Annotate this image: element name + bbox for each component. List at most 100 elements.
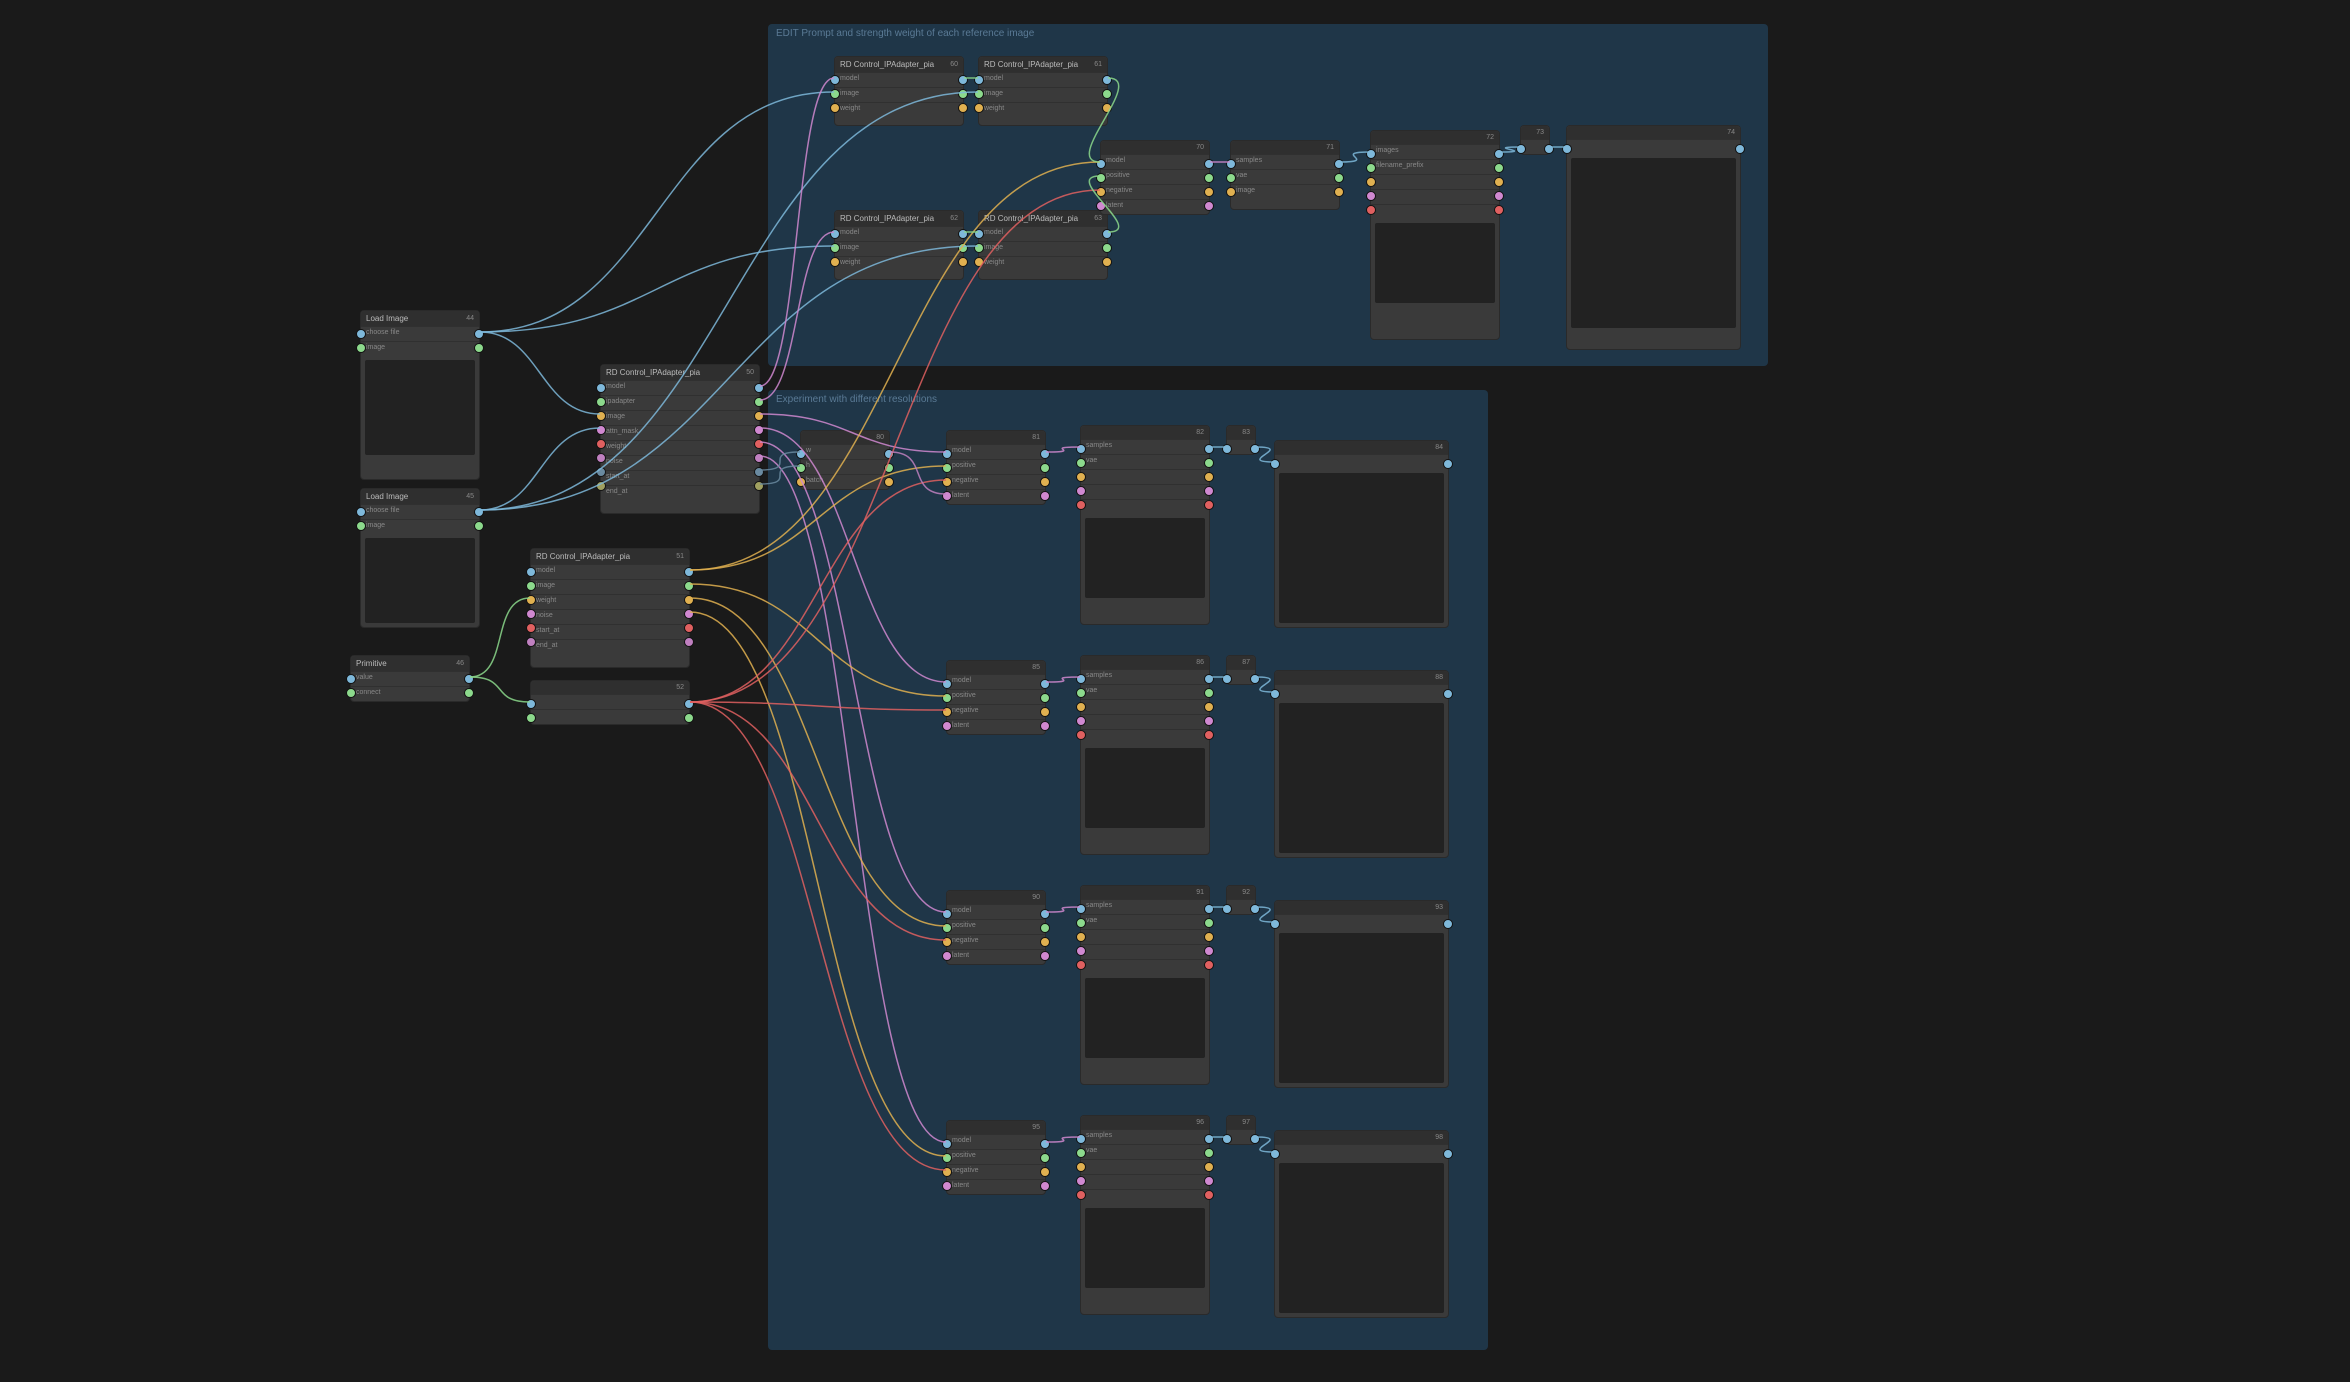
node-row[interactable]: [1371, 204, 1499, 219]
input-port[interactable]: [974, 103, 984, 113]
output-port[interactable]: [464, 674, 474, 684]
node-row[interactable]: [1081, 929, 1209, 944]
node-n_r1e[interactable]: 84: [1274, 440, 1449, 628]
node-row[interactable]: batch: [801, 474, 889, 489]
node-row[interactable]: positive: [947, 1149, 1045, 1164]
node-header[interactable]: 83: [1227, 426, 1255, 439]
node-header[interactable]: 70: [1101, 141, 1209, 154]
output-port[interactable]: [684, 567, 694, 577]
input-port[interactable]: [1076, 688, 1086, 698]
node-n_r4d[interactable]: 98: [1274, 1130, 1449, 1318]
node-header[interactable]: 52: [531, 681, 689, 694]
node-header[interactable]: RD Control_IPAdapter_pia63: [979, 211, 1107, 226]
input-port[interactable]: [356, 329, 366, 339]
node-header[interactable]: 85: [947, 661, 1045, 674]
output-port[interactable]: [684, 595, 694, 605]
output-port[interactable]: [684, 623, 694, 633]
output-port[interactable]: [474, 343, 484, 353]
output-port[interactable]: [1204, 201, 1214, 211]
output-port[interactable]: [474, 329, 484, 339]
node-header[interactable]: RD Control_IPAdapter_pia62: [835, 211, 963, 226]
node-row[interactable]: negative: [947, 474, 1045, 489]
input-port[interactable]: [526, 567, 536, 577]
output-port[interactable]: [1102, 229, 1112, 239]
node-row[interactable]: [1371, 174, 1499, 189]
input-port[interactable]: [1076, 946, 1086, 956]
node-row[interactable]: positive: [947, 689, 1045, 704]
node-n_vd1[interactable]: 71samplesvaeimage: [1230, 140, 1340, 210]
node-row[interactable]: [1081, 699, 1209, 714]
node-header[interactable]: RD Control_IPAdapter_pia60: [835, 57, 963, 72]
output-port[interactable]: [1040, 1153, 1050, 1163]
node-header[interactable]: 91: [1081, 886, 1209, 899]
node-row[interactable]: model: [531, 564, 689, 579]
node-row[interactable]: images: [1371, 144, 1499, 159]
input-port[interactable]: [526, 637, 536, 647]
output-port[interactable]: [1250, 674, 1260, 684]
node-row[interactable]: weight: [979, 102, 1107, 117]
node-row[interactable]: vae: [1081, 1144, 1209, 1159]
node-row[interactable]: image: [835, 241, 963, 256]
input-port[interactable]: [596, 397, 606, 407]
node-row[interactable]: image: [979, 241, 1107, 256]
input-port[interactable]: [942, 679, 952, 689]
node-row[interactable]: attn_mask: [601, 425, 759, 440]
input-port[interactable]: [1222, 674, 1232, 684]
output-port[interactable]: [1250, 1134, 1260, 1144]
node-row[interactable]: negative: [947, 934, 1045, 949]
node-row[interactable]: [531, 694, 689, 709]
node-header[interactable]: RD Control_IPAdapter_pia51: [531, 549, 689, 564]
input-port[interactable]: [1226, 173, 1236, 183]
output-port[interactable]: [754, 453, 764, 463]
input-port[interactable]: [942, 707, 952, 717]
node-row[interactable]: weight: [601, 440, 759, 455]
output-port[interactable]: [684, 609, 694, 619]
input-port[interactable]: [830, 257, 840, 267]
input-port[interactable]: [942, 477, 952, 487]
output-port[interactable]: [1204, 1134, 1214, 1144]
output-port[interactable]: [1204, 458, 1214, 468]
node-n_r1b[interactable]: 81modelpositivenegativelatent: [946, 430, 1046, 505]
wire[interactable]: [480, 428, 600, 510]
input-port[interactable]: [1076, 444, 1086, 454]
node-row[interactable]: [1081, 729, 1209, 744]
output-port[interactable]: [1204, 500, 1214, 510]
input-port[interactable]: [830, 243, 840, 253]
node-row[interactable]: weight: [531, 594, 689, 609]
output-port[interactable]: [1204, 187, 1214, 197]
node-row[interactable]: image: [835, 87, 963, 102]
input-port[interactable]: [830, 229, 840, 239]
node-row[interactable]: negative: [947, 1164, 1045, 1179]
input-port[interactable]: [942, 1167, 952, 1177]
node-row[interactable]: vae: [1081, 454, 1209, 469]
node-row[interactable]: samples: [1231, 154, 1339, 169]
input-port[interactable]: [1096, 201, 1106, 211]
node-row[interactable]: [1081, 714, 1209, 729]
output-port[interactable]: [1204, 159, 1214, 169]
input-port[interactable]: [942, 909, 952, 919]
output-port[interactable]: [1040, 477, 1050, 487]
input-port[interactable]: [346, 688, 356, 698]
output-port[interactable]: [1040, 491, 1050, 501]
input-port[interactable]: [1076, 1134, 1086, 1144]
output-port[interactable]: [958, 103, 968, 113]
node-n_r1d[interactable]: 83: [1226, 425, 1256, 455]
input-port[interactable]: [356, 343, 366, 353]
input-port[interactable]: [526, 713, 536, 723]
input-port[interactable]: [942, 491, 952, 501]
node-row[interactable]: latent: [947, 489, 1045, 504]
input-port[interactable]: [942, 449, 952, 459]
output-port[interactable]: [1494, 191, 1504, 201]
node-row[interactable]: [1081, 959, 1209, 974]
node-row[interactable]: model: [947, 674, 1045, 689]
input-port[interactable]: [1366, 191, 1376, 201]
output-port[interactable]: [754, 383, 764, 393]
node-header[interactable]: 86: [1081, 656, 1209, 669]
node-row[interactable]: model: [979, 226, 1107, 241]
node-header[interactable]: 82: [1081, 426, 1209, 439]
input-port[interactable]: [796, 463, 806, 473]
node-header[interactable]: 74: [1567, 126, 1740, 139]
node-n_r2d[interactable]: 88: [1274, 670, 1449, 858]
output-port[interactable]: [684, 637, 694, 647]
node-row[interactable]: positive: [1101, 169, 1209, 184]
